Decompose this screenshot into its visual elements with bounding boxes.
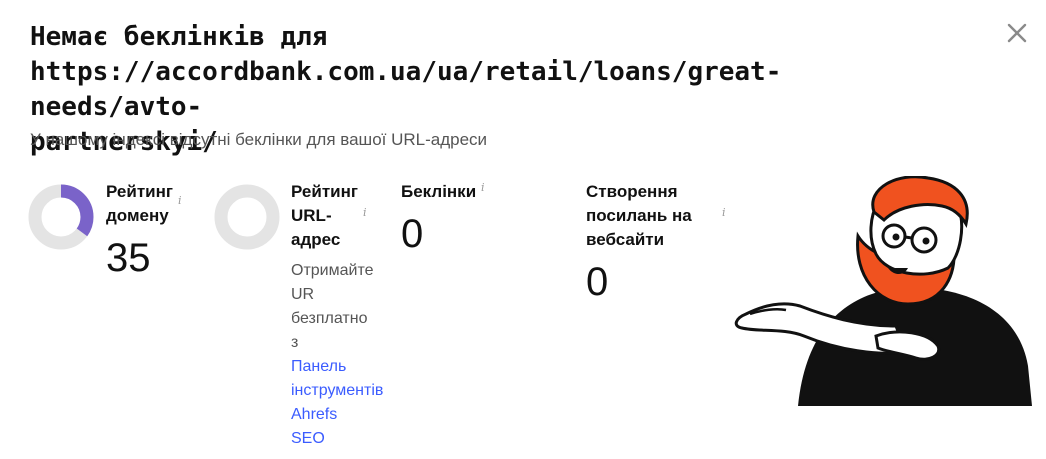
label-line: URL- [291, 206, 332, 225]
promo-text: Отримайте [291, 262, 374, 279]
ahrefs-webmaster-tools-link[interactable]: Панель інструментів Ahrefs SEO [291, 355, 401, 451]
dialog-subtitle: У нашому індексі відсутні беклінки для в… [30, 130, 488, 149]
label-line: Рейтинг [106, 182, 173, 201]
link-text: Ahrefs [291, 406, 338, 423]
url-rating-donut [214, 184, 280, 250]
info-icon[interactable]: i [722, 206, 726, 219]
glasses-bridge [904, 235, 913, 240]
info-icon[interactable]: i [178, 194, 182, 207]
label-line: вебсайти [586, 230, 665, 249]
label-line: Рейтинг [291, 182, 358, 201]
url-rating-promo: Отримайте UR безплатно з Панель інструме… [291, 259, 401, 451]
link-text: SEO [291, 430, 325, 447]
donut-track [214, 184, 280, 250]
domain-rating-donut [28, 184, 94, 250]
backlinks-label: Беклінки [401, 182, 477, 201]
promo-text: UR [291, 286, 315, 303]
label-line: Створення [586, 182, 678, 201]
url-rating-label: Рейтинг URL- адрес [291, 180, 358, 252]
linking-websites-label: Створення посилань на вебсайти [586, 180, 692, 252]
label-line: домену [106, 206, 169, 225]
backlinks-value: 0 [401, 212, 424, 256]
domain-rating-value: 35 [106, 236, 151, 280]
title-line: Немає беклінків для [30, 22, 328, 52]
close-button[interactable] [1004, 20, 1030, 46]
label-line: адрес [291, 230, 341, 249]
promo-text: безплатно [291, 310, 368, 327]
linking-websites-value: 0 [586, 260, 609, 304]
info-icon[interactable]: i [481, 181, 485, 194]
eye-pupil [922, 237, 930, 245]
close-icon [1007, 23, 1027, 43]
info-icon[interactable]: i [363, 206, 367, 219]
title-url-line: https://accordbank.com.ua/ua/retail/loan… [30, 57, 782, 122]
link-text: Панель [291, 358, 347, 375]
eye-pupil [892, 233, 900, 241]
promo-text: з [291, 334, 299, 351]
domain-rating-label: Рейтинг домену [106, 180, 173, 228]
link-text: інструментів [291, 382, 384, 399]
label-line: посилань на [586, 206, 692, 225]
bearded-man-illustration [734, 176, 1032, 406]
